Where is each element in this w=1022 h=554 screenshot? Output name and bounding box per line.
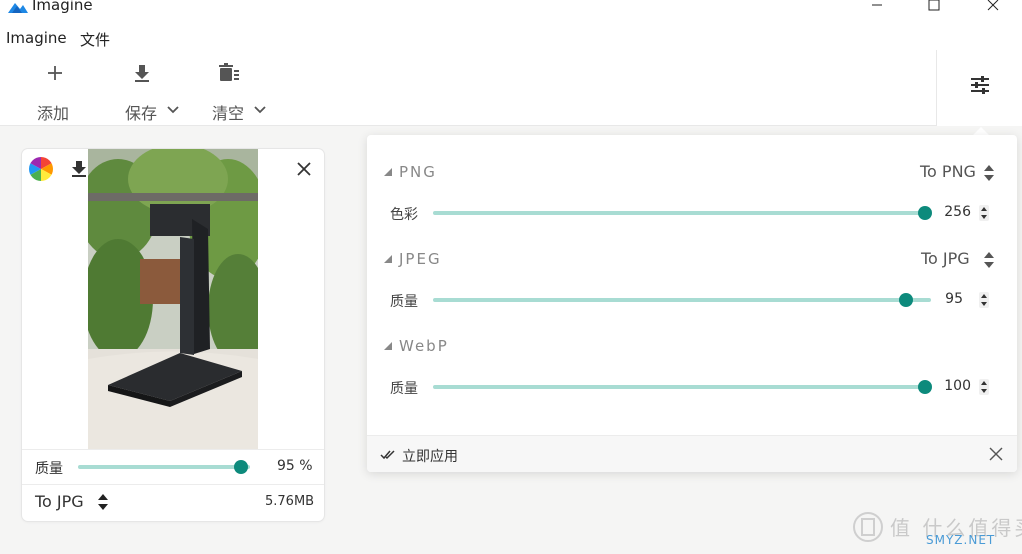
chevron-down-icon: [254, 106, 266, 114]
webp-quality-slider-thumb[interactable]: [918, 380, 932, 394]
file-size: 5.76MB: [265, 494, 315, 509]
quality-slider-track[interactable]: [78, 465, 250, 469]
settings-toggle-button[interactable]: [936, 50, 1022, 126]
section-title-webp[interactable]: WebP: [399, 337, 449, 355]
close-icon: [987, 0, 999, 11]
menu-item-file[interactable]: 文件: [80, 29, 110, 50]
apply-now-label: 立即应用: [402, 449, 458, 465]
image-card: 质量 95 % To JPG 5.76MB: [22, 149, 324, 521]
watermark: 值 什么值得买 SMYZ.NET: [852, 509, 1022, 554]
add-label: 添加: [37, 104, 70, 123]
save-label: 保存: [125, 104, 158, 123]
quality-label: 质量: [35, 461, 63, 477]
close-icon[interactable]: [296, 161, 312, 177]
download-icon[interactable]: [71, 160, 87, 178]
close-window-button[interactable]: [978, 0, 1008, 16]
clear-label: 清空: [212, 104, 245, 123]
maximize-icon: [928, 0, 940, 11]
png-colors-slider-thumb[interactable]: [918, 206, 932, 220]
chevron-down-icon: [167, 106, 179, 114]
color-wheel-icon[interactable]: [28, 156, 54, 182]
settings-panel: PNG To PNG 色彩 256 JPEG To JPG 质量 95 WebP…: [367, 135, 1017, 472]
jpeg-quality-slider-track[interactable]: [433, 298, 931, 302]
plus-icon: [48, 66, 62, 80]
maximize-button[interactable]: [919, 0, 949, 16]
sort-arrows-icon[interactable]: [98, 493, 108, 511]
mountain-logo-icon: [8, 3, 28, 13]
webp-quality-value[interactable]: 100: [937, 378, 971, 394]
download-icon: [135, 65, 149, 82]
section-title-jpeg[interactable]: JPEG: [399, 250, 442, 268]
png-colors-label: 色彩: [390, 207, 418, 223]
quality-slider-thumb[interactable]: [234, 460, 249, 474]
webp-quality-slider-track[interactable]: [433, 385, 925, 389]
webp-quality-label: 质量: [390, 381, 418, 397]
minimize-button[interactable]: [862, 0, 892, 16]
jpeg-quality-slider-thumb[interactable]: [899, 293, 914, 307]
collapse-triangle-icon[interactable]: [384, 342, 392, 350]
image-thumbnail[interactable]: [88, 149, 258, 449]
format-select[interactable]: To JPG: [35, 492, 84, 511]
close-panel-icon[interactable]: [988, 446, 1004, 462]
sliders-icon: [971, 76, 989, 94]
add-button[interactable]: 添加: [36, 60, 76, 123]
photo-monitor-stand-image: [88, 149, 258, 449]
spinner-arrows-icon[interactable]: [979, 292, 989, 308]
watermark-subtext: SMYZ.NET: [926, 533, 996, 547]
jpeg-quality-label: 质量: [390, 294, 418, 310]
double-check-icon: [380, 450, 395, 460]
quality-value: 95 %: [277, 458, 313, 474]
spinner-arrows-icon[interactable]: [979, 205, 989, 221]
sort-arrows-icon[interactable]: [984, 251, 994, 269]
section-title-png[interactable]: PNG: [399, 163, 437, 181]
panel-footer: 立即应用: [367, 435, 1017, 472]
divider: [22, 449, 324, 450]
sort-arrows-icon[interactable]: [984, 164, 994, 182]
menu-item-imagine[interactable]: Imagine: [6, 29, 67, 47]
collapse-triangle-icon[interactable]: [384, 168, 392, 176]
jpeg-quality-value[interactable]: 95: [929, 291, 963, 307]
collapse-triangle-icon[interactable]: [384, 255, 392, 263]
clear-button[interactable]: 清空: [212, 60, 272, 123]
watermark-logo-icon: [853, 512, 883, 542]
png-colors-value[interactable]: 256: [937, 204, 971, 220]
spinner-arrows-icon[interactable]: [979, 379, 989, 395]
png-colors-slider-track[interactable]: [433, 211, 925, 215]
menu-bar: Imagine 文件: [0, 20, 1022, 54]
divider: [22, 484, 324, 485]
jpeg-format-select[interactable]: To JPG: [921, 249, 970, 268]
png-format-select[interactable]: To PNG: [920, 162, 976, 181]
minimize-icon: [872, 4, 882, 6]
app-title: Imagine: [32, 0, 93, 14]
toolbar: 添加 保存 清空: [0, 54, 1022, 126]
title-bar: Imagine: [0, 0, 1022, 20]
save-button[interactable]: 保存: [124, 60, 184, 123]
clear-list-icon: [219, 63, 239, 81]
